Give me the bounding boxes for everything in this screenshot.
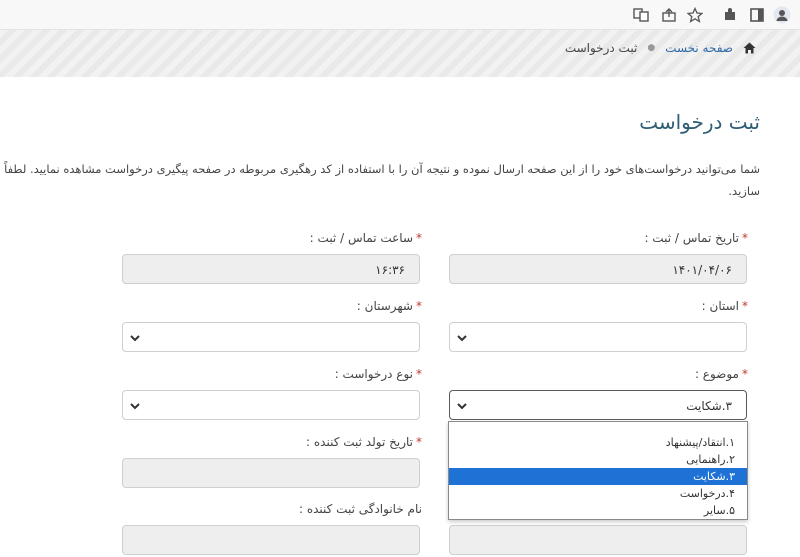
required-marker: * [416, 231, 422, 245]
contact-date-label: *تاریخ تماس / ثبت : [644, 231, 748, 245]
contact-date-label-text: تاریخ تماس / ثبت : [644, 231, 739, 245]
intro-text: شما می‌توانید درخواست‌های خود را از این … [0, 158, 800, 202]
required-marker: * [742, 231, 748, 245]
intro-line-1: شما می‌توانید درخواست‌های خود را از این … [0, 162, 760, 176]
chevron-down-icon [457, 403, 467, 410]
subject-dropdown-list[interactable]: ۱.انتقاد/پیشنهاد ۲.راهنمایی ۳.شکایت ۴.درخوا… [448, 421, 748, 520]
breadcrumb-current: ثبت درخواست [564, 41, 638, 55]
subject-option[interactable]: ۴.درخواست [449, 485, 747, 502]
contact-time-label-text: ساعت تماس / ثبت : [309, 231, 413, 245]
subject-label-text: موضوع : [694, 367, 739, 381]
request-type-label-text: نوع درخواست : [334, 367, 413, 381]
chevron-down-icon [130, 403, 140, 410]
required-marker: * [416, 367, 422, 381]
sidebar-icon[interactable] [748, 6, 766, 24]
birth-date-field[interactable] [122, 458, 420, 488]
city-label: *شهرستان : [357, 299, 422, 313]
contact-time-label: *ساعت تماس / ثبت : [310, 231, 422, 245]
chevron-down-icon [457, 335, 467, 342]
family-name-label-text: نام خانوادگی ثبت کننده : [298, 502, 422, 516]
city-select[interactable] [122, 322, 420, 352]
subject-option[interactable]: ۱.انتقاد/پیشنهاد [449, 434, 747, 451]
required-marker: * [742, 367, 748, 381]
share-icon[interactable] [660, 6, 678, 24]
dropdown-empty-option[interactable] [449, 422, 747, 434]
home-icon[interactable] [743, 42, 756, 54]
profile-icon[interactable] [773, 6, 791, 24]
province-label: *استان : [702, 299, 748, 313]
subject-select[interactable]: ۳.شکایت [449, 390, 747, 420]
breadcrumb-separator: ● [647, 43, 656, 53]
left-row5-field[interactable] [449, 525, 747, 555]
translate-icon[interactable] [632, 6, 650, 24]
required-marker: * [416, 435, 422, 449]
required-marker: * [416, 299, 422, 313]
intro-line-2: سازید. [728, 184, 760, 198]
birth-date-label-text: تاریخ تولد ثبت کننده : [306, 435, 413, 449]
contact-time-value: ۱۶:۳۶ [375, 263, 405, 277]
breadcrumb-home-link[interactable]: صفحه نخست [665, 41, 733, 55]
star-icon[interactable] [686, 6, 704, 24]
contact-time-field: ۱۶:۳۶ [122, 254, 420, 284]
request-type-select[interactable] [122, 390, 420, 420]
family-name-field[interactable] [122, 525, 420, 555]
breadcrumb: صفحه نخست ● ثبت درخواست [565, 41, 756, 55]
city-label-text: شهرستان : [356, 299, 413, 313]
subject-option[interactable]: ۵.سایر [449, 502, 747, 519]
birth-date-label: *تاریخ تولد ثبت کننده : [306, 435, 422, 449]
province-select[interactable] [449, 322, 747, 352]
contact-date-field: ۱۴۰۱/۰۴/۰۶ [449, 254, 747, 284]
contact-date-value: ۱۴۰۱/۰۴/۰۶ [672, 263, 732, 277]
extensions-icon[interactable] [721, 6, 739, 24]
family-name-label: نام خانوادگی ثبت کننده : [299, 502, 422, 516]
province-label-text: استان : [701, 299, 739, 313]
chevron-down-icon [130, 335, 140, 342]
request-type-label: *نوع درخواست : [335, 367, 422, 381]
subject-label: *موضوع : [695, 367, 748, 381]
subject-value: ۳.شکایت [686, 399, 732, 413]
browser-toolbar [0, 0, 800, 30]
page-title: ثبت درخواست [639, 110, 760, 134]
subject-option[interactable]: ۲.راهنمایی [449, 451, 747, 468]
required-marker: * [742, 299, 748, 313]
subject-option[interactable]: ۳.شکایت [449, 468, 747, 485]
